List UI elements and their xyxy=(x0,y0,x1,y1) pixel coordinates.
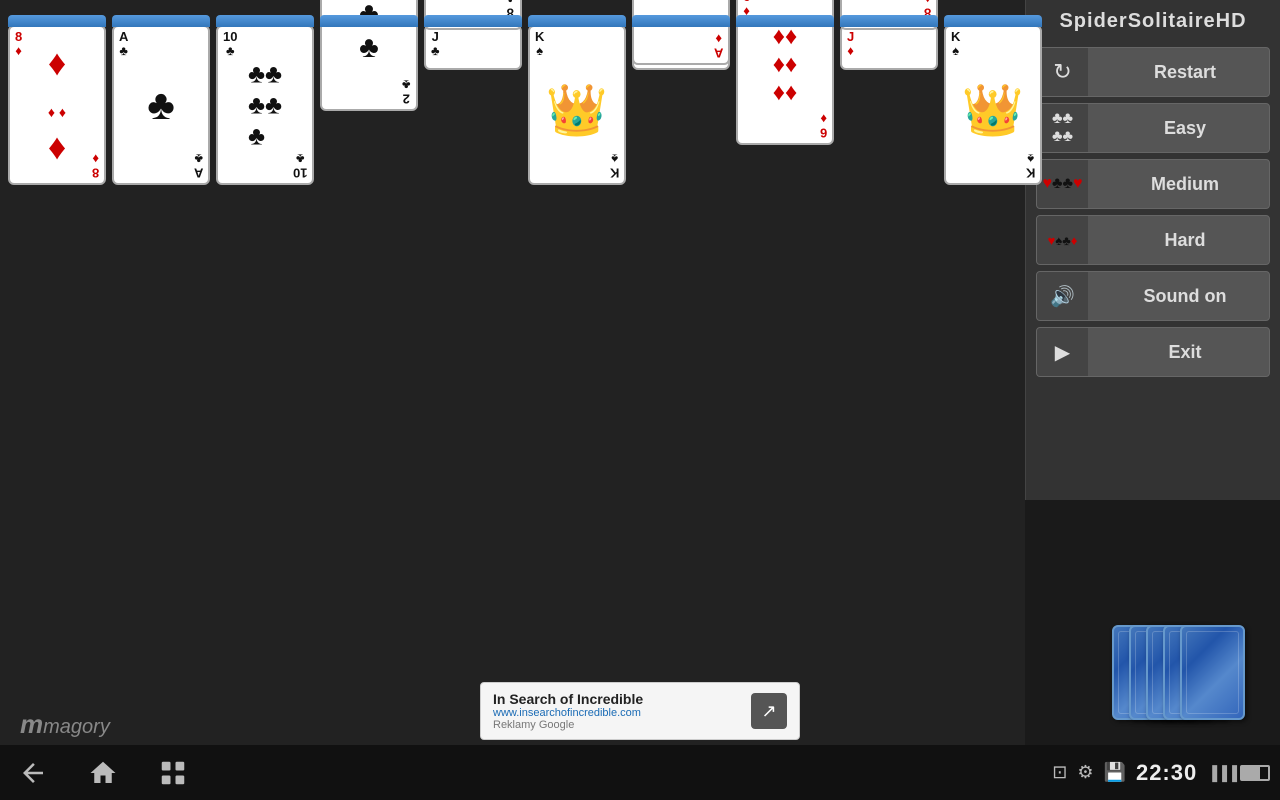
card-column-10[interactable]: K♠ 👑 K♠ xyxy=(944,15,1042,185)
card-ac[interactable]: A♣ ♣ A♣ xyxy=(112,25,210,185)
col-header-10 xyxy=(944,15,1042,27)
col-header-1 xyxy=(8,15,106,27)
app-title: SpiderSolitaireHD xyxy=(1036,10,1270,33)
card-10c[interactable]: 10♣ ♣♣♣♣♣ 10♣ xyxy=(216,25,314,185)
card-ks[interactable]: K♠ 👑 K♠ xyxy=(528,25,626,185)
medium-label: Medium xyxy=(1089,174,1269,195)
time-display: 22:30 xyxy=(1136,760,1197,786)
ad-share-button[interactable]: ↗ xyxy=(751,693,787,729)
col-header-2 xyxy=(112,15,210,27)
easy-label: Easy xyxy=(1089,118,1269,139)
ad-content: In Search of Incredible www.insearchofin… xyxy=(493,691,751,731)
card-column-9[interactable]: J♦ 10♦ 9♦ 8♦ 8♦ ♦♦♦♦♦♦♦♦ 8♦ xyxy=(840,15,938,25)
sound-label: Sound on xyxy=(1089,286,1269,307)
stock-card-5[interactable] xyxy=(1180,625,1245,720)
restart-button[interactable]: ↻ Restart xyxy=(1036,47,1270,97)
exit-button[interactable]: ▶ Exit xyxy=(1036,327,1270,377)
col-header-7 xyxy=(632,15,730,27)
battery-icon xyxy=(1240,765,1270,781)
sd-icon: 💾 xyxy=(1104,762,1126,783)
card-column-6[interactable]: K♠ 👑 K♠ xyxy=(528,15,626,185)
card-column-5[interactable]: J♣ 10♣ 9♣ 8♣ 8♣ ♣♣♣♣♣♣♣♣ 8♣ xyxy=(424,15,522,25)
ad-source: Reklamy Google xyxy=(493,719,751,731)
card-column-1[interactable]: 8♦ ♦♦ ♦♦ 8♦ xyxy=(8,15,106,185)
hard-icon: ♥♠♣♦ xyxy=(1037,216,1089,264)
col-header-8 xyxy=(736,15,834,27)
recents-icon xyxy=(158,758,188,788)
easy-icon: ♣♣♣♣ xyxy=(1037,104,1089,152)
easy-button[interactable]: ♣♣♣♣ Easy xyxy=(1036,103,1270,153)
ad-banner: In Search of Incredible www.insearchofin… xyxy=(480,682,800,740)
col-header-3 xyxy=(216,15,314,27)
card-jc-peek[interactable]: J♣ xyxy=(424,25,522,70)
battery-area: ▐▐▐ xyxy=(1207,765,1270,781)
brand-logo: mmagory xyxy=(20,709,110,740)
card-column-4[interactable]: 4♣ 3♣ 2♣ ♣♣ 2♣ xyxy=(320,15,418,35)
home-icon xyxy=(88,758,118,788)
recents-button[interactable] xyxy=(150,753,195,793)
battery-fill xyxy=(1242,767,1260,779)
hard-label: Hard xyxy=(1089,230,1269,251)
stock-pile[interactable] xyxy=(1127,625,1245,720)
back-button[interactable] xyxy=(10,753,55,793)
sidebar-panel: SpiderSolitaireHD ↻ Restart ♣♣♣♣ Easy ♥♣… xyxy=(1025,0,1280,500)
exit-icon: ▶ xyxy=(1037,328,1089,376)
sound-icon: 🔊 xyxy=(1037,272,1089,320)
card-column-2[interactable]: A♣ ♣ A♣ xyxy=(112,15,210,185)
card-jd-peek[interactable]: J♦ xyxy=(840,25,938,70)
col-header-4 xyxy=(320,15,418,27)
signal-icon: ▐▐▐ xyxy=(1207,765,1237,781)
exit-label: Exit xyxy=(1089,342,1269,363)
card-column-3[interactable]: 10♣ ♣♣♣♣♣ 10♣ xyxy=(216,15,314,185)
col-header-9 xyxy=(840,15,938,27)
home-button[interactable] xyxy=(80,753,125,793)
card-column-7[interactable]: 4♣ 3♣ 2♣ A♦ ♦ A♦ xyxy=(632,15,730,25)
bottom-nav-bar: ⊡ ⚙ 💾 22:30 ▐▐▐ xyxy=(0,745,1280,800)
restart-icon: ↻ xyxy=(1037,48,1089,96)
medium-icon: ♥♣♣♥ xyxy=(1037,160,1089,208)
status-bar-right: ⊡ ⚙ 💾 22:30 ▐▐▐ xyxy=(1052,760,1270,786)
col-header-6 xyxy=(528,15,626,27)
back-icon xyxy=(18,758,48,788)
wifi-icon: ⚙ xyxy=(1077,762,1093,783)
ad-url: www.insearchofincredible.com xyxy=(493,707,751,719)
restart-label: Restart xyxy=(1089,62,1269,83)
ad-title: In Search of Incredible xyxy=(493,691,751,707)
card-ks2[interactable]: K♠ 👑 K♠ xyxy=(944,25,1042,185)
card-column-8[interactable]: 6♦ 6♦ ♦♦♦♦♦♦ 6♦ xyxy=(736,15,834,110)
sound-button[interactable]: 🔊 Sound on xyxy=(1036,271,1270,321)
hard-button[interactable]: ♥♠♣♦ Hard xyxy=(1036,215,1270,265)
screenshot-icon: ⊡ xyxy=(1052,762,1067,783)
card-8d[interactable]: 8♦ ♦♦ ♦♦ 8♦ xyxy=(8,25,106,185)
col-header-5 xyxy=(424,15,522,27)
card-ad[interactable]: A♦ ♦ A♦ xyxy=(632,0,730,65)
medium-button[interactable]: ♥♣♣♥ Medium xyxy=(1036,159,1270,209)
